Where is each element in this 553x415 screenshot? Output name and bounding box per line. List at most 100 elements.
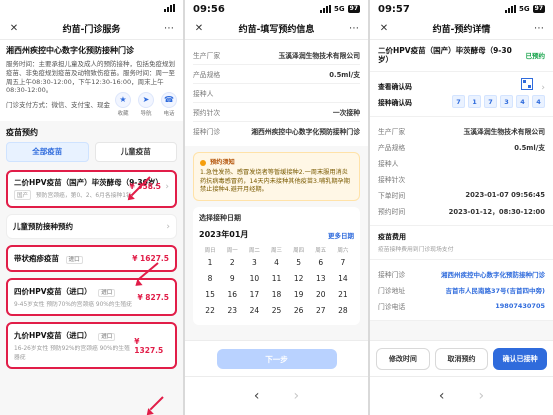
shingles-price: ¥ 1627.5 [132, 254, 169, 263]
tab-all-vaccines[interactable]: 全部疫苗 [6, 141, 89, 162]
spec-value: 0.5ml/支 [329, 71, 360, 79]
appointment-form: 生产厂家 玉溪泽润生物技术有限公司 产品规格 0.5ml/支 接种人 预约针次 … [185, 40, 368, 146]
calendar-day[interactable]: 3 [243, 258, 265, 267]
calendar-day[interactable]: 11 [265, 274, 287, 283]
vaccine-subtitle: 国产 预防宫颈癌，第0、2、6月各接种1针 [14, 190, 169, 200]
signal-icon [505, 5, 517, 13]
close-icon[interactable]: ✕ [8, 23, 20, 34]
calendar-day[interactable]: 6 [310, 258, 332, 267]
close-icon[interactable]: ✕ [378, 23, 390, 34]
address-row[interactable]: 门诊地址 吉首市人民南路37号(吉首四中旁) [378, 282, 545, 298]
confirm-vaccinated-button[interactable]: 确认已接种 [493, 348, 548, 370]
hpv4-label: 四价HPV疫苗（进口） 进口 9-45岁女性 预防70%的宫颈癌 90%的生殖疣 [14, 286, 132, 308]
calendar-day[interactable]: 2 [221, 258, 243, 267]
more-dates-link[interactable]: 更多日期 [328, 230, 354, 240]
weekday-label: 周五 [315, 248, 327, 255]
close-icon[interactable]: ✕ [193, 23, 205, 34]
weekday-label: 周日 [204, 248, 216, 255]
phone-row[interactable]: 门诊电话 19807430705 [378, 298, 545, 314]
calendar-day[interactable]: 27 [310, 306, 332, 315]
top-nav: ✕ 约苗-预约详情 ⋯ [370, 18, 553, 40]
detail-row-person: 接种人 [378, 155, 545, 171]
form-row-person[interactable]: 接种人 [193, 84, 360, 103]
shingles-label: 带状疱疹疫苗 进口 [14, 253, 83, 264]
spec-label: 产品规格 [193, 71, 221, 79]
hpv4-title: 四价HPV疫苗（进口） [14, 287, 92, 296]
more-icon[interactable]: ⋯ [163, 23, 175, 34]
calendar-day[interactable]: 10 [243, 274, 265, 283]
calendar-day[interactable]: 13 [310, 274, 332, 283]
info-icon [200, 160, 206, 167]
clinic-description: 服务时间：主要承担儿童及成人的预防接种，包括免疫规划疫苗、非免疫规划疫苗及动物致… [6, 60, 175, 95]
spec-label: 产品规格 [378, 143, 406, 152]
hpv9-title: 九价HPV疫苗（进口） [14, 331, 92, 340]
chevron-right-icon: › [541, 83, 545, 94]
weekday-label: 周六 [337, 248, 349, 255]
forward-icon[interactable]: › [294, 388, 300, 404]
phone-action[interactable]: ☎ 电话 [161, 91, 177, 117]
notice-body: 1.急性发热、感冒发烧者等暂缓接种2.一周末服用消炎药抗病毒感冒药，14天内未接… [200, 169, 350, 194]
cancel-appointment-button[interactable]: 取消预约 [434, 348, 489, 370]
code-digit: 1 [468, 95, 481, 109]
times-value: 一次接种 [332, 109, 360, 117]
vaccine-card-hpv2[interactable]: 二价HPV疫苗（国产）毕茨酵母（9-30岁） 国产 预防宫颈癌，第0、2、6月各… [6, 169, 177, 208]
maker-label: 生产厂家 [193, 52, 221, 60]
page-title: 约苗-填写预约信息 [238, 25, 315, 35]
more-icon[interactable]: ⋯ [348, 23, 360, 34]
appt-time-label: 预约时间 [378, 207, 406, 216]
calendar-day[interactable]: 21 [332, 290, 354, 299]
tab-child-vaccines[interactable]: 儿童疫苗 [94, 141, 177, 162]
modify-time-button[interactable]: 修改时间 [376, 348, 430, 370]
view-code-row[interactable]: 查看确认码 › [378, 78, 545, 94]
calendar-day[interactable]: 14 [332, 274, 354, 283]
vaccine-row-hpv4[interactable]: 四价HPV疫苗（进口） 进口 9-45岁女性 预防70%的宫颈癌 90%的生殖疣… [6, 278, 177, 316]
calendar-day[interactable]: 17 [243, 290, 265, 299]
back-icon[interactable]: ‹ [254, 388, 260, 404]
form-row-clinic[interactable]: 接种门诊 湘西州疾控中心数字化预防接种门诊 [193, 122, 360, 140]
calendar-day[interactable]: 16 [221, 290, 243, 299]
calendar-day[interactable]: 25 [265, 306, 287, 315]
code-digit: 7 [452, 95, 465, 109]
favorite-action[interactable]: ★ 收藏 [115, 91, 131, 117]
weekday-label: 周四 [293, 248, 305, 255]
clinic-row[interactable]: 接种门诊 湘西州疾控中心数字化预防接种门诊 [378, 266, 545, 282]
qr-code-icon: › [521, 78, 545, 93]
calendar-day[interactable]: 15 [199, 290, 221, 299]
calendar-day[interactable]: 9 [221, 274, 243, 283]
next-step-button[interactable]: 下一步 [216, 349, 337, 369]
navigate-action[interactable]: ➤ 导航 [138, 91, 154, 117]
top-nav: ✕ 约苗-门诊服务 ⋯ [0, 18, 183, 40]
child-plan-row[interactable]: 儿童预防接种预约 › [6, 214, 177, 239]
appointment-actions: 修改时间 取消预约 确认已接种 [370, 340, 553, 377]
calendar-day[interactable]: 22 [199, 306, 221, 315]
weekday-label: 周一 [226, 248, 238, 255]
calendar-days: 1 2 3 4 5 6 7 8 9 10 11 12 13 14 15 16 1… [199, 258, 354, 319]
calendar-day[interactable]: 12 [288, 274, 310, 283]
calendar-day[interactable]: 4 [265, 258, 287, 267]
calendar-day[interactable]: 7 [332, 258, 354, 267]
calendar-day[interactable]: 24 [243, 306, 265, 315]
calendar-day[interactable]: 5 [288, 258, 310, 267]
more-icon[interactable]: ⋯ [533, 23, 545, 34]
code-digit: 4 [532, 95, 545, 109]
calendar-day[interactable]: 26 [288, 306, 310, 315]
calendar-day[interactable]: 19 [288, 290, 310, 299]
calendar-day[interactable]: 18 [265, 290, 287, 299]
calendar-day[interactable]: 8 [199, 274, 221, 283]
calendar-day[interactable]: 28 [332, 306, 354, 315]
star-icon: ★ [115, 91, 131, 108]
status-indicators: 5G 97 [320, 5, 360, 13]
calendar-day[interactable]: 23 [221, 306, 243, 315]
code-digit: 3 [500, 95, 513, 109]
hpv4-sub: 9-45岁女性 预防70%的宫颈癌 90%的生殖疣 [14, 302, 132, 308]
calendar-day[interactable]: 20 [310, 290, 332, 299]
appt-time-value: 2023-01-12，08:30-12:00 [448, 207, 545, 216]
forward-icon[interactable]: › [479, 388, 485, 404]
battery-level: 97 [532, 5, 545, 13]
vaccine-row-hpv9[interactable]: 九价HPV疫苗（进口） 进口 16-26岁女性 预防92%的宫颈癌 90%的生殖… [6, 322, 177, 369]
back-icon[interactable]: ‹ [439, 388, 445, 404]
vaccine-tabs: 全部疫苗 儿童疫苗 [0, 141, 183, 162]
calendar-day[interactable]: 1 [199, 258, 221, 267]
maker-value: 玉溪泽润生物技术有限公司 [463, 127, 545, 136]
form-row-times[interactable]: 预约针次 一次接种 [193, 103, 360, 122]
